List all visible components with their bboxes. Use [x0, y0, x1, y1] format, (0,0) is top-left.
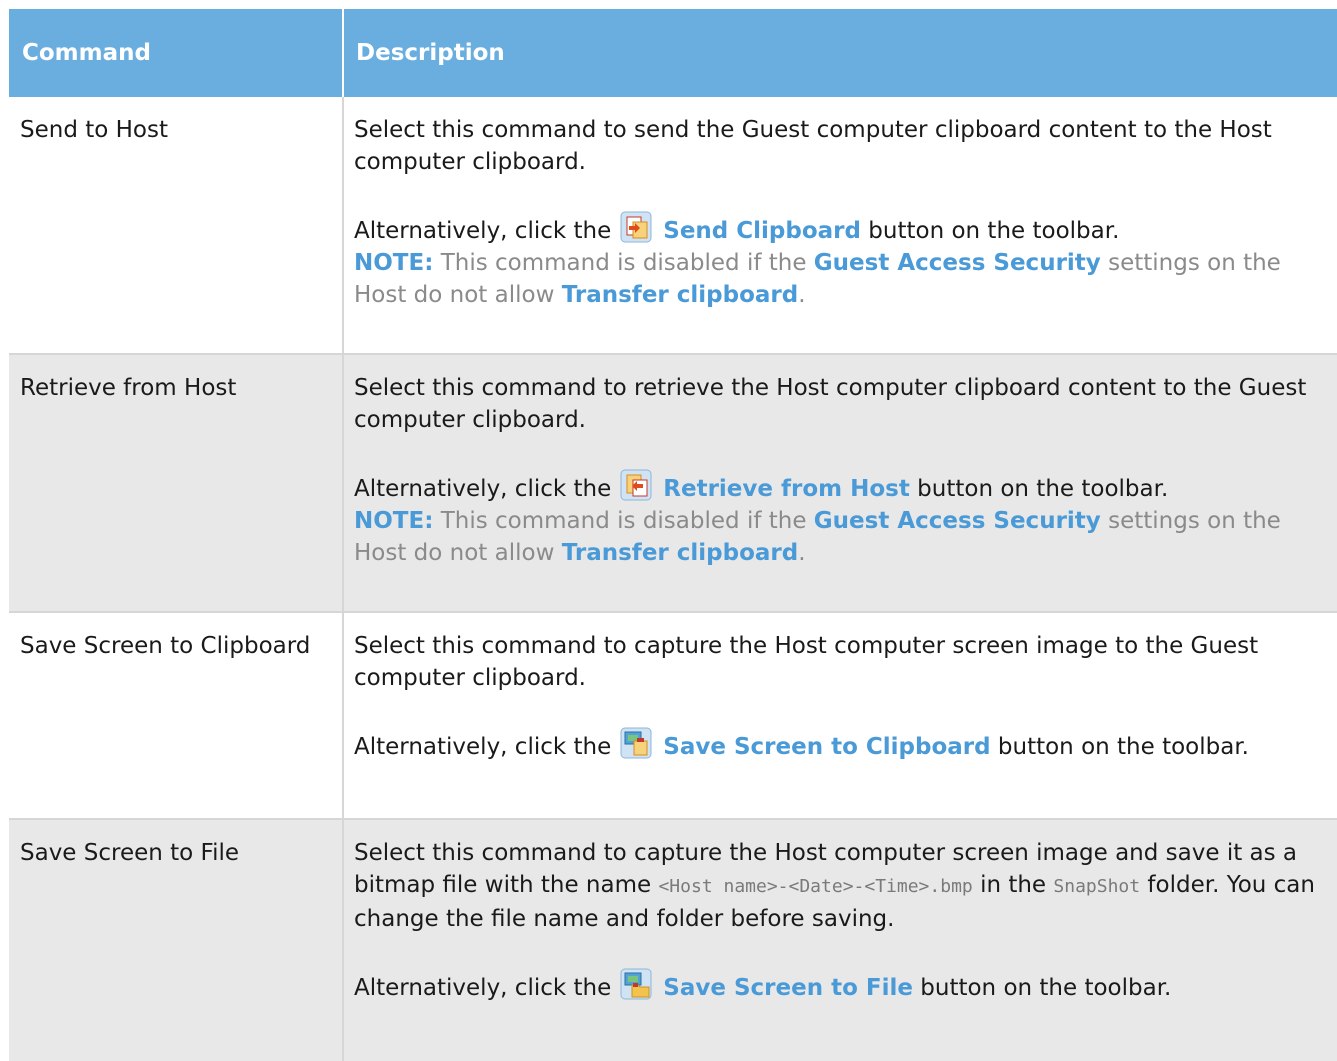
note: NOTE: This command is disabled if the Gu…: [354, 250, 1281, 308]
send-clipboard-link[interactable]: Send Clipboard: [663, 218, 861, 244]
save-screen-clipboard-icon: [619, 726, 653, 760]
description-text: Select this command to send the Guest co…: [354, 117, 1272, 175]
command-name: Save Screen to Clipboard: [9, 613, 344, 818]
transfer-clipboard-link[interactable]: Transfer clipboard: [562, 540, 799, 566]
command-name: Retrieve from Host: [9, 355, 344, 611]
send-clipboard-icon: [619, 210, 653, 244]
note: NOTE: This command is disabled if the Gu…: [354, 508, 1281, 566]
toolbar-hint: Alternatively, click the Save Screen to F…: [354, 967, 1327, 1004]
table-row: Save Screen to File Select this command …: [9, 820, 1337, 1061]
guest-access-security-link[interactable]: Guest Access Security: [814, 250, 1101, 276]
command-name: Save Screen to File: [9, 820, 344, 1061]
snapshot-folder: SnapShot: [1053, 876, 1141, 897]
save-screen-file-link[interactable]: Save Screen to File: [663, 975, 913, 1001]
retrieve-clipboard-icon: [619, 468, 653, 502]
description-text: Select this command to capture the Host …: [354, 840, 1315, 932]
table-row: Retrieve from Host Select this command t…: [9, 355, 1337, 613]
toolbar-hint: Alternatively, click the Save Screen to C…: [354, 726, 1327, 763]
command-description: Select this command to capture the Host …: [344, 613, 1337, 818]
header-description: Description: [356, 40, 505, 66]
commands-table: Command Description Send to Host Select …: [9, 9, 1337, 1061]
table-header: Command Description: [9, 9, 1337, 97]
save-screen-clipboard-link[interactable]: Save Screen to Clipboard: [663, 734, 990, 760]
header-command: Command: [9, 9, 344, 97]
save-screen-file-icon: [619, 967, 653, 1001]
guest-access-security-link[interactable]: Guest Access Security: [814, 508, 1101, 534]
filename-pattern: <Host name>-<Date>-<Time>.bmp: [658, 876, 973, 897]
command-description: Select this command to capture the Host …: [344, 820, 1337, 1061]
command-description: Select this command to send the Guest co…: [344, 97, 1337, 353]
command-name: Send to Host: [9, 97, 344, 353]
table-row: Send to Host Select this command to send…: [9, 97, 1337, 355]
table-row: Save Screen to Clipboard Select this com…: [9, 613, 1337, 820]
description-text: Select this command to capture the Host …: [354, 633, 1259, 691]
toolbar-hint: Alternatively, click the Retrieve from Ho…: [354, 468, 1327, 505]
transfer-clipboard-link[interactable]: Transfer clipboard: [562, 282, 799, 308]
toolbar-hint: Alternatively, click the Send Clipboard b…: [354, 210, 1327, 247]
description-text: Select this command to retrieve the Host…: [354, 375, 1307, 433]
retrieve-from-host-link[interactable]: Retrieve from Host: [663, 476, 910, 502]
command-description: Select this command to retrieve the Host…: [344, 355, 1337, 611]
